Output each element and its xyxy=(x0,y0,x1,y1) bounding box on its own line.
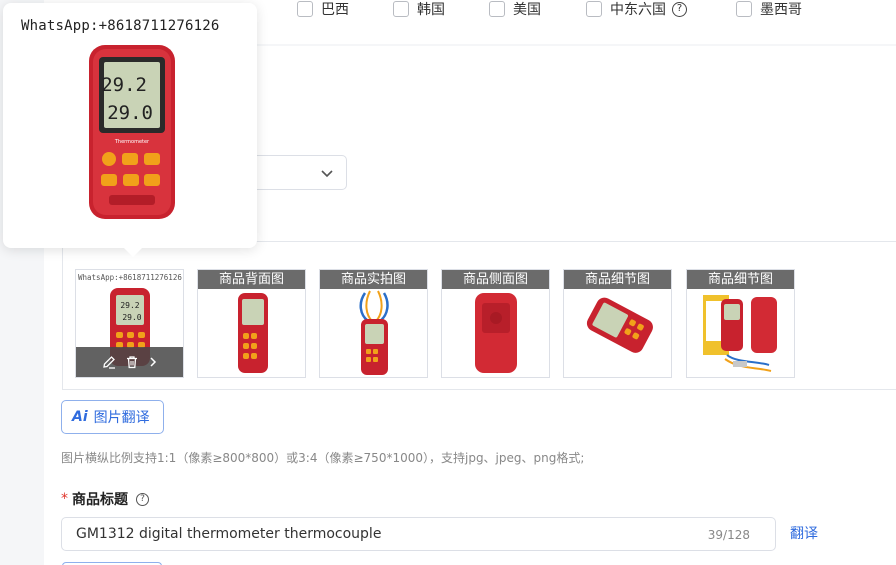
checkbox-icon[interactable] xyxy=(297,1,313,17)
svg-text:29.0: 29.0 xyxy=(122,313,141,322)
svg-text:29.2: 29.2 xyxy=(120,301,139,310)
gallery-thumbnail-detail-2[interactable]: 商品细节图 xyxy=(686,269,795,378)
product-title-label: * 商品标题 ? xyxy=(61,489,149,509)
country-label: 中东六国 xyxy=(610,2,666,18)
watermark-text: WhatsApp:+8618711276126 xyxy=(78,273,182,282)
country-label: 墨西哥 xyxy=(760,2,802,18)
image-requirements-hint: 图片横纵比例支持1:1（像素≥800*800）或3:4（像素≥750*1000）… xyxy=(61,451,585,465)
character-count: 39/128 xyxy=(707,528,750,542)
required-mark: * xyxy=(61,491,68,507)
gallery-thumbnail-real[interactable]: 商品实拍图 xyxy=(319,269,428,378)
svg-text:29.0: 29.0 xyxy=(107,102,153,124)
image-preview-popover: WhatsApp:+8618711276126 29.2 29.0 Thermo… xyxy=(3,3,257,257)
image-type-tag: 商品侧面图 xyxy=(442,270,549,289)
translate-link[interactable]: 翻译 xyxy=(790,523,818,543)
checkbox-icon[interactable] xyxy=(393,1,409,17)
delete-icon[interactable] xyxy=(125,355,139,369)
image-type-tag: 商品细节图 xyxy=(564,270,671,289)
chevron-down-icon xyxy=(321,170,333,178)
country-checkbox-usa[interactable]: 美国 xyxy=(489,0,541,18)
gallery-thumbnail-side[interactable]: 商品侧面图 xyxy=(441,269,550,378)
watermark-text: WhatsApp:+8618711276126 xyxy=(21,18,220,34)
image-type-tag: 商品背面图 xyxy=(198,270,305,289)
product-title-value: GM1312 digital thermometer thermocouple xyxy=(76,526,382,542)
edit-icon[interactable] xyxy=(102,355,116,369)
svg-text:29.2: 29.2 xyxy=(101,74,147,96)
help-icon[interactable]: ? xyxy=(672,1,687,17)
country-label: 美国 xyxy=(513,2,541,18)
product-image xyxy=(442,289,549,377)
help-icon[interactable]: ? xyxy=(136,492,149,506)
image-translate-label: 图片翻译 xyxy=(93,410,150,426)
main-image-thumbnail[interactable]: 29.2 29.0 WhatsApp:+8618711276126 xyxy=(75,269,184,378)
country-checkbox-middle-east[interactable]: 中东六国 ? xyxy=(586,0,687,18)
country-label: 巴西 xyxy=(321,2,349,18)
product-title-input[interactable]: GM1312 digital thermometer thermocouple … xyxy=(61,517,776,551)
product-image xyxy=(320,289,427,377)
country-checkbox-brazil[interactable]: 巴西 xyxy=(297,0,349,18)
image-type-tag: 商品细节图 xyxy=(687,270,794,289)
country-checkbox-mexico[interactable]: 墨西哥 xyxy=(736,0,802,18)
product-image xyxy=(564,289,671,377)
product-image-gallery: 29.2 29.0 WhatsApp:+8618711276126 商品背面图 … xyxy=(62,241,896,390)
image-actions-overlay xyxy=(76,347,183,377)
image-translate-button[interactable]: Ai 图片翻译 xyxy=(61,400,164,434)
svg-text:Thermometer: Thermometer xyxy=(114,139,150,145)
checkbox-icon[interactable] xyxy=(736,1,752,17)
ai-icon: Ai xyxy=(72,409,88,425)
thermometer-device-image: 29.2 29.0 Thermometer xyxy=(89,45,175,219)
checkbox-icon[interactable] xyxy=(489,1,505,17)
image-type-tag: 商品实拍图 xyxy=(320,270,427,289)
country-checkbox-korea[interactable]: 韩国 xyxy=(393,0,445,18)
country-label: 韩国 xyxy=(417,2,445,18)
product-image xyxy=(198,289,305,377)
product-title-label-text: 商品标题 xyxy=(72,492,128,508)
chevron-right-icon[interactable] xyxy=(148,355,158,369)
gallery-thumbnail-detail-1[interactable]: 商品细节图 xyxy=(563,269,672,378)
gallery-thumbnail-back[interactable]: 商品背面图 xyxy=(197,269,306,378)
product-image xyxy=(687,289,794,377)
checkbox-icon[interactable] xyxy=(586,1,602,17)
